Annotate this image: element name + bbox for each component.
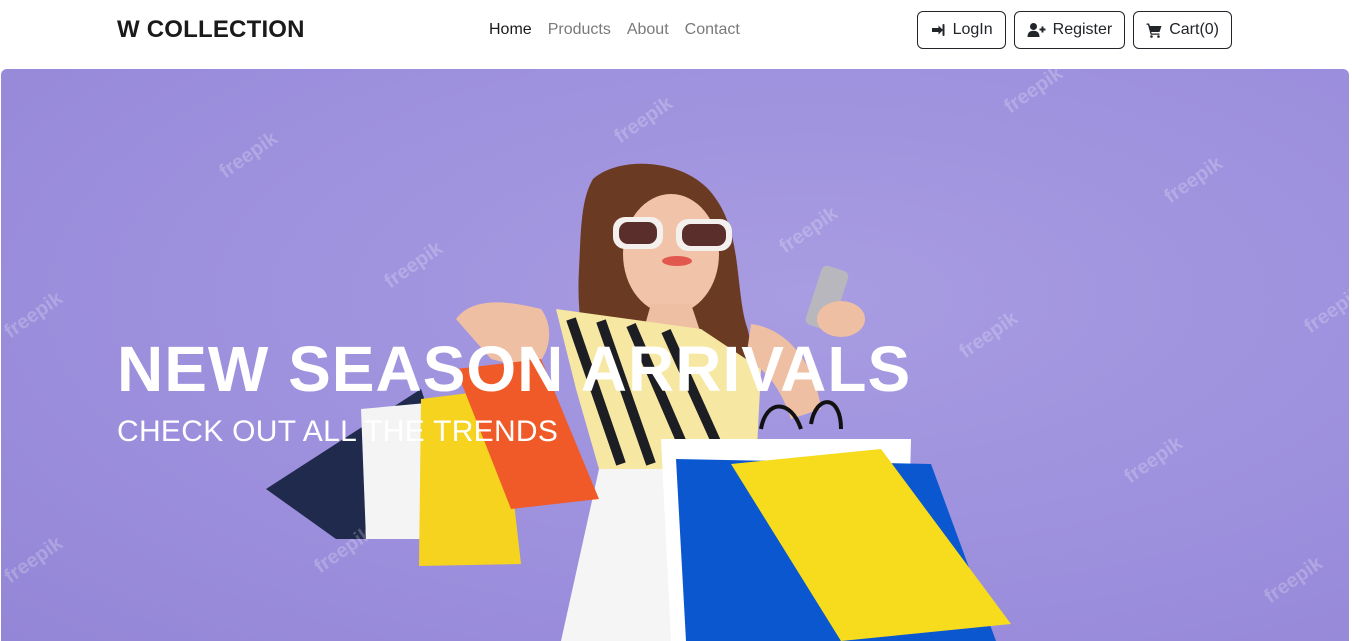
hero-banner: freepik freepik freepik freepik freepik … (1, 69, 1349, 641)
nav-link-products[interactable]: Products (548, 21, 611, 39)
sign-in-icon (930, 22, 946, 38)
nav-links: Home Products About Contact (489, 21, 740, 39)
navbar: W COLLECTION Home Products About Contact… (0, 0, 1352, 66)
cart-button[interactable]: Cart(0) (1133, 11, 1232, 49)
nav-buttons: LogIn Register Cart(0) (916, 11, 1232, 49)
hero-subtitle: CHECK OUT ALL THE TRENDS (117, 415, 559, 448)
nav-link-home[interactable]: Home (489, 21, 532, 39)
login-label: LogIn (952, 21, 993, 38)
register-button[interactable]: Register (1013, 11, 1126, 49)
login-button[interactable]: LogIn (916, 11, 1006, 49)
cart-icon (1146, 22, 1162, 38)
cart-label: Cart(0) (1169, 21, 1219, 38)
brand-logo[interactable]: W COLLECTION (117, 16, 305, 44)
nav-link-about[interactable]: About (627, 21, 669, 39)
user-plus-icon (1027, 22, 1046, 38)
register-label: Register (1052, 21, 1113, 38)
hero-title: NEW SEASON ARRIVALS (117, 333, 912, 405)
nav-link-contact[interactable]: Contact (685, 21, 740, 39)
